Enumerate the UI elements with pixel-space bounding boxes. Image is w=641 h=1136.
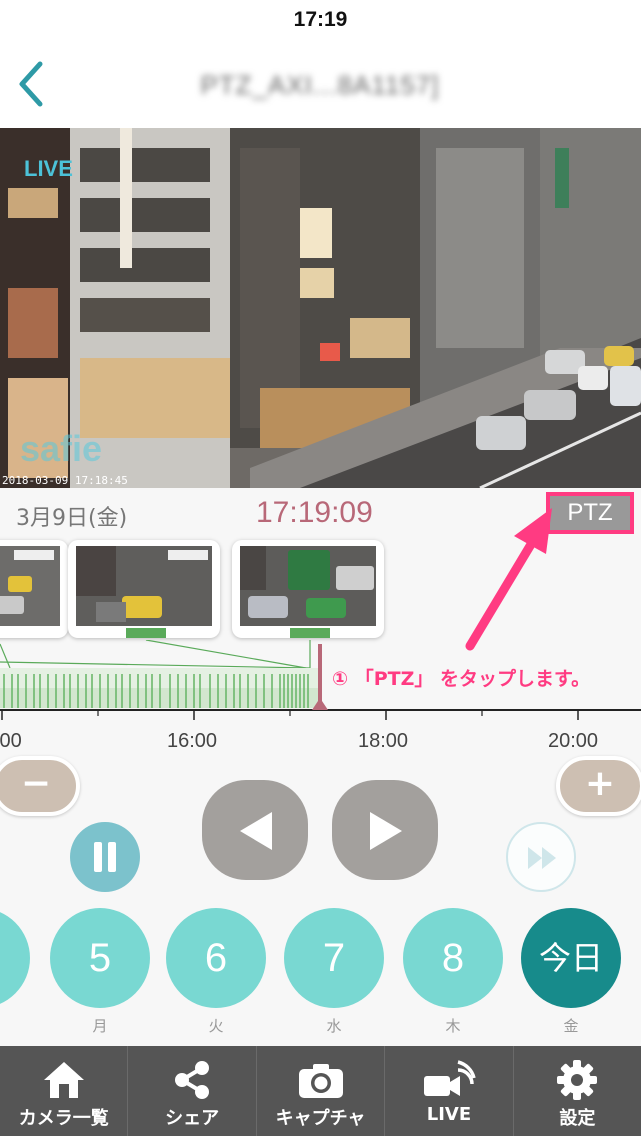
current-time: 17:19:09 — [256, 496, 373, 529]
gear-icon — [557, 1060, 598, 1100]
tab-share[interactable]: シェア — [128, 1046, 257, 1136]
tab-label: シェア — [165, 1108, 220, 1129]
live-badge: LIVE — [24, 156, 73, 181]
weekday-label: 火 — [208, 1017, 224, 1035]
tab-live[interactable]: LIVE — [385, 1046, 514, 1136]
weekday-label: 金 — [563, 1017, 579, 1035]
camera-icon — [298, 1064, 343, 1098]
annotation-arrow-icon — [465, 508, 552, 651]
instruction-annotation: ① 「PTZ」 をタップします。 — [332, 668, 591, 690]
timeline-tick-label: :00 — [0, 730, 22, 752]
status-time: 17:19 — [293, 8, 348, 31]
tab-label: カメラ一覧 — [18, 1108, 109, 1129]
chevron-left-icon — [19, 61, 43, 107]
share-icon — [175, 1061, 210, 1099]
fast-forward-button[interactable] — [506, 822, 576, 892]
tab-label: 設定 — [559, 1108, 596, 1129]
live-icon — [423, 1060, 476, 1096]
recording-thumbnail[interactable] — [68, 540, 220, 638]
thumbnail-image — [0, 546, 60, 626]
timeline-tick-label: 16:00 — [167, 730, 218, 752]
thumbnail-marker — [126, 628, 166, 638]
camera-timestamp: 2018-03-09 17:18:45 — [2, 474, 128, 487]
day-button[interactable]: 5 — [50, 908, 150, 1008]
weekday-label: 水 — [326, 1017, 342, 1035]
zoom-in-button[interactable]: + — [556, 756, 641, 816]
camera-feed[interactable]: LIVE safie 2018-03-09 17:18:45 — [0, 128, 641, 488]
zoom-out-button[interactable]: − — [0, 756, 80, 816]
timeline-tick-label: 20:00 — [548, 730, 599, 752]
recording-thumbnail[interactable] — [232, 540, 384, 638]
day-button[interactable]: 8 — [403, 908, 503, 1008]
tab-label: キャプチャ — [275, 1108, 366, 1129]
nav-bar: PTZ_AXI...8A1157] — [0, 40, 641, 128]
weekday-label: 月 — [92, 1017, 108, 1035]
pause-icon — [94, 842, 116, 872]
tab-camera-list[interactable]: カメラ一覧 — [0, 1046, 129, 1136]
tab-bar: カメラ一覧 シェア キャプチャ LIVE 設定 — [0, 1046, 641, 1136]
play-backward-icon — [240, 812, 272, 850]
recording-thumbnail[interactable] — [0, 540, 68, 638]
tab-capture[interactable]: キャプチャ — [257, 1046, 386, 1136]
thumbnail-image — [76, 546, 212, 626]
thumbnail-marker — [290, 628, 330, 638]
today-button[interactable]: 今日 — [521, 908, 621, 1008]
home-icon — [43, 1062, 84, 1098]
thumbnail-image — [240, 546, 376, 626]
timeline-tick-label: 18:00 — [358, 730, 409, 752]
current-date: 3月9日(金) — [16, 506, 128, 531]
camera-name-title: PTZ_AXI...8A1157] — [200, 70, 440, 100]
screen: 17:19 PTZ_AXI...8A1157] LIVE safie 2018-… — [0, 0, 641, 1136]
tab-label: LIVE — [426, 1104, 472, 1125]
safie-watermark-logo: safie — [20, 428, 103, 469]
back-button[interactable] — [10, 58, 54, 110]
next-button[interactable] — [332, 780, 438, 880]
day-button[interactable]: 6 — [166, 908, 266, 1008]
weekday-label: 木 — [445, 1017, 461, 1035]
day-button[interactable]: 7 — [284, 908, 384, 1008]
status-bar: 17:19 — [0, 0, 641, 40]
previous-button[interactable] — [202, 780, 308, 880]
tab-settings[interactable]: 設定 — [514, 1046, 641, 1136]
fast-forward-icon — [528, 847, 556, 869]
pause-button[interactable] — [70, 822, 140, 892]
play-forward-icon — [370, 812, 402, 850]
day-button-partial[interactable] — [0, 908, 30, 1008]
